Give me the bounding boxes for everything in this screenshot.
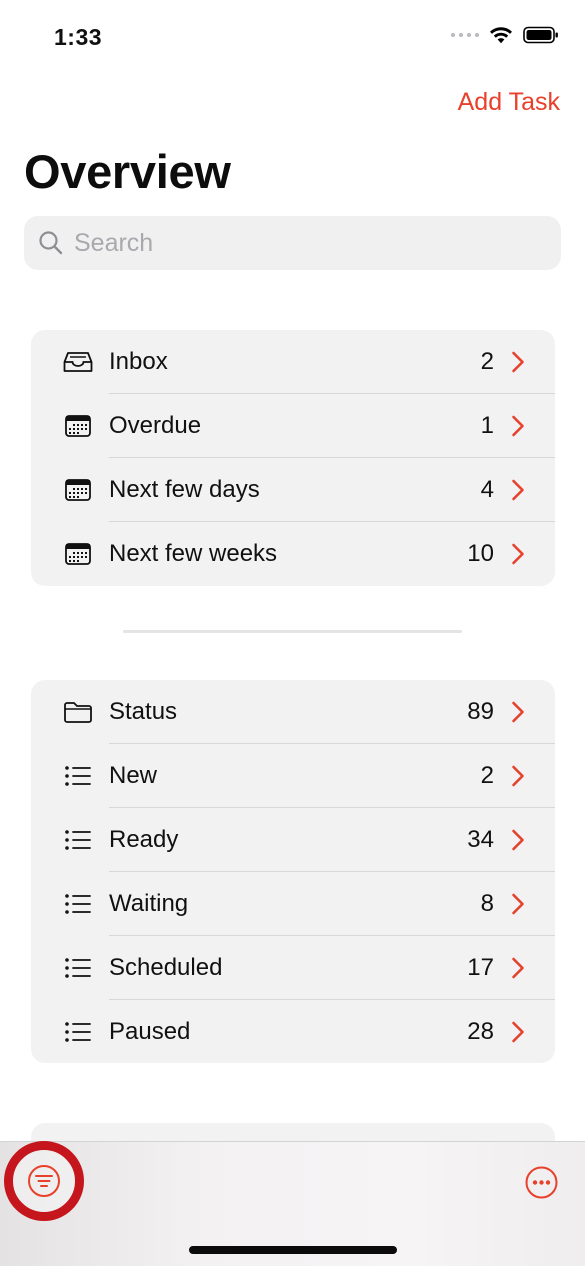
wifi-icon xyxy=(490,27,512,44)
row-overdue[interactable]: Overdue 1 xyxy=(31,394,555,458)
row-label: Next few days xyxy=(109,476,260,503)
filter-icon xyxy=(28,1165,60,1197)
status-time: 1:33 xyxy=(54,24,103,50)
folder-icon xyxy=(63,699,93,725)
row-label: Paused xyxy=(109,1018,191,1045)
status-icons xyxy=(451,26,559,44)
row-count: 2 xyxy=(480,348,494,375)
row-count: 17 xyxy=(467,954,494,981)
chevron-right-icon xyxy=(512,479,524,501)
list-icon xyxy=(63,1019,93,1045)
filter-button[interactable] xyxy=(4,1141,84,1221)
chevron-right-icon xyxy=(512,829,524,851)
more-icon[interactable] xyxy=(525,1166,558,1199)
row-label: Overdue xyxy=(109,412,202,439)
row-next-few-days[interactable]: Next few days 4 xyxy=(31,458,555,522)
row-count: 8 xyxy=(480,890,494,917)
search-input[interactable] xyxy=(74,228,534,258)
row-paused[interactable]: Paused 28 xyxy=(31,1000,555,1063)
chevron-right-icon xyxy=(512,543,524,565)
row-count: 2 xyxy=(480,762,494,789)
status-bar: 1:33 xyxy=(0,0,585,74)
row-status[interactable]: Status 89 xyxy=(31,680,555,744)
row-count: 34 xyxy=(467,826,494,853)
row-count: 89 xyxy=(467,698,494,725)
row-count: 10 xyxy=(467,540,494,567)
list-icon xyxy=(63,891,93,917)
page-title: Overview xyxy=(24,145,231,198)
battery-icon xyxy=(523,26,558,44)
row-new[interactable]: New 2 xyxy=(31,744,555,808)
calendar-icon xyxy=(63,477,93,503)
row-ready[interactable]: Ready 34 xyxy=(31,808,555,872)
chevron-right-icon xyxy=(512,957,524,979)
list-icon xyxy=(63,827,93,853)
chevron-right-icon xyxy=(512,351,524,373)
chevron-right-icon xyxy=(512,415,524,437)
row-count: 28 xyxy=(467,1018,494,1045)
add-task-button[interactable]: Add Task xyxy=(458,88,560,117)
status-filters-group: Status 89 New 2 Ready 34 Waiting 8 Sched… xyxy=(31,680,555,1063)
chevron-right-icon xyxy=(512,701,524,723)
home-indicator xyxy=(189,1246,397,1254)
row-label: Status xyxy=(109,698,178,725)
row-label: Waiting xyxy=(109,890,189,917)
chevron-right-icon xyxy=(512,765,524,787)
row-waiting[interactable]: Waiting 8 xyxy=(31,872,555,936)
cellular-signal-icon xyxy=(451,33,479,37)
calendar-icon xyxy=(63,413,93,439)
row-count: 1 xyxy=(480,412,494,439)
calendar-icon xyxy=(63,541,93,567)
row-next-few-weeks[interactable]: Next few weeks 10 xyxy=(31,522,555,586)
row-label: Scheduled xyxy=(109,954,223,981)
row-scheduled[interactable]: Scheduled 17 xyxy=(31,936,555,1000)
row-label: Ready xyxy=(109,826,179,853)
list-icon xyxy=(63,955,93,981)
date-filters-group: Inbox 2 Overdue 1 Next few days 4 Next f… xyxy=(31,330,555,586)
list-icon xyxy=(63,763,93,789)
chevron-right-icon xyxy=(512,893,524,915)
row-label: Next few weeks xyxy=(109,540,278,567)
row-label: New xyxy=(109,762,158,789)
chevron-right-icon xyxy=(512,1021,524,1043)
row-count: 4 xyxy=(480,476,494,503)
search-icon xyxy=(39,231,63,255)
row-inbox[interactable]: Inbox 2 xyxy=(31,330,555,394)
row-label: Inbox xyxy=(109,348,168,375)
inbox-icon xyxy=(63,349,93,375)
search-bar[interactable] xyxy=(24,216,561,270)
section-divider xyxy=(123,630,462,633)
